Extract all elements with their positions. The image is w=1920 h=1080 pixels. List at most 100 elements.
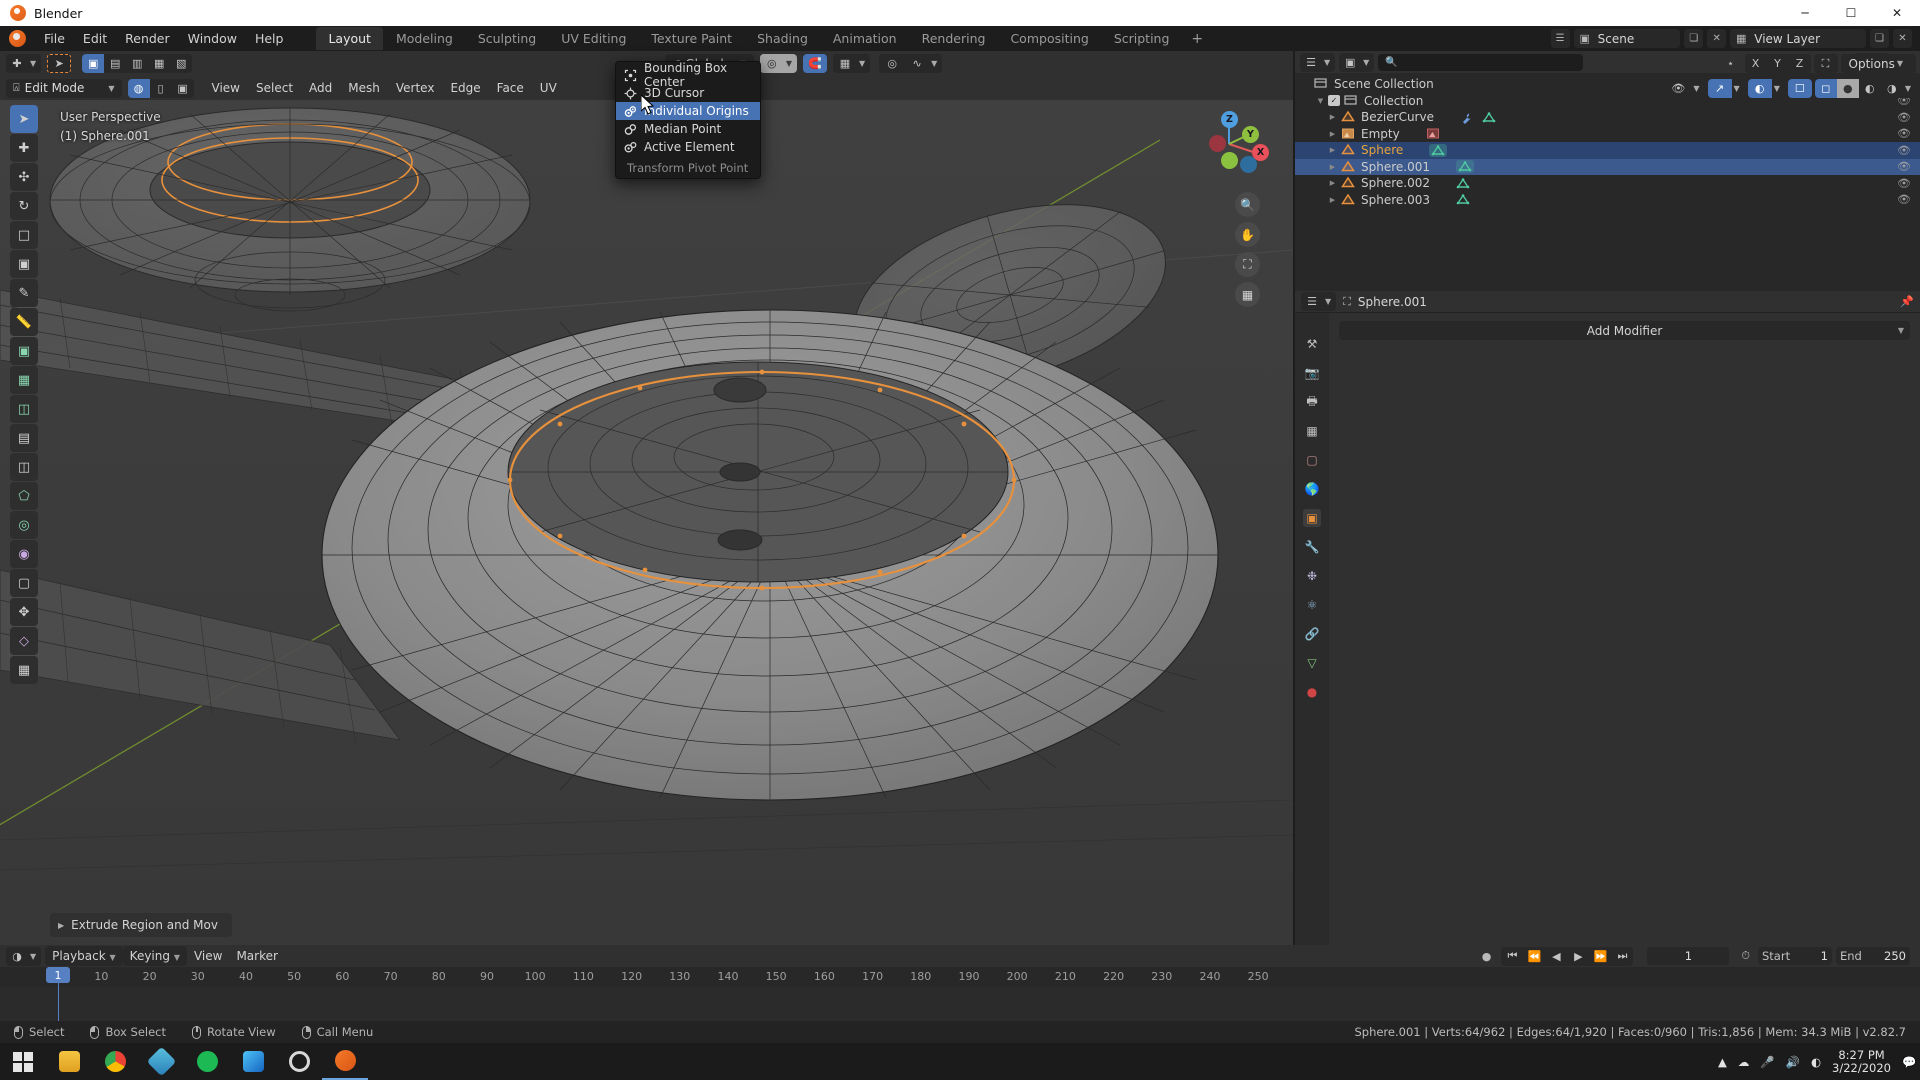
disclosure-triangle-icon[interactable]: ▼ (1315, 97, 1326, 105)
tool-scale[interactable]: □ (10, 221, 38, 249)
next-keyframe-button[interactable]: ⏩ (1589, 947, 1611, 966)
select-intersect-button[interactable]: ▧ (170, 54, 192, 73)
taskbar-app-7[interactable] (276, 1043, 322, 1080)
onedrive-icon[interactable]: ☁ (1738, 1055, 1750, 1069)
eye-icon[interactable]: 👁 (1897, 193, 1911, 206)
transform-pivot-point-menu[interactable]: Bounding Box Center3D CursorIndividual O… (615, 61, 761, 179)
chevron-down-icon[interactable]: ▼ (1772, 84, 1785, 93)
start-frame-field[interactable]: Start 1 (1758, 947, 1832, 965)
pan-hand-icon[interactable]: ✋ (1235, 222, 1260, 247)
tool-tweak[interactable]: ➤ (10, 105, 38, 133)
disclosure-triangle-icon[interactable]: ▶ (1327, 163, 1338, 171)
clock[interactable]: 8:27 PM 3/22/2020 (1832, 1049, 1891, 1075)
outliner-display-mode-dropdown[interactable]: ▣ ▼ (1339, 53, 1374, 72)
overlays-dropdown[interactable]: ◐ ▼ (1748, 79, 1785, 98)
viewport-menu-add[interactable]: Add (301, 78, 340, 98)
workspace-tab-animation[interactable]: Animation (821, 27, 909, 50)
maximize-button[interactable]: ☐ (1828, 0, 1874, 26)
disclosure-triangle-icon[interactable]: ▶ (1327, 113, 1338, 121)
tab-tool[interactable]: ⚒ (1303, 335, 1321, 353)
viewport-menu-select[interactable]: Select (248, 78, 301, 98)
select-extend-button[interactable]: ▤ (104, 54, 126, 73)
eye-icon[interactable]: 👁 (1665, 79, 1691, 98)
pivot-menu-item-bounding-box-center[interactable]: Bounding Box Center (616, 66, 760, 84)
mesh-data-icon[interactable] (1456, 160, 1474, 173)
edge-select-mode-button[interactable]: ▯ (150, 79, 172, 98)
current-frame-field[interactable]: 1 (1647, 947, 1729, 965)
properties-editor[interactable]: ☰ ▼ ⛶ Sphere.001 📌 ⚒ 📷 🖶 ▦ ▢ 🌎 ▣ 🔧 ❉ ⚛ 🔗… (1295, 291, 1920, 945)
top-menu-window[interactable]: Window (179, 27, 246, 50)
snap-target-dropdown[interactable]: ▦▼ (833, 54, 870, 73)
tool-edge-slide[interactable]: ✥ (10, 598, 38, 626)
viewport-menu-view[interactable]: View (204, 78, 248, 98)
timeline-menu-keying[interactable]: Keying ▼ (123, 946, 187, 966)
new-scene-button[interactable]: ❏ (1684, 29, 1703, 48)
falloff-curve-icon[interactable]: ∿ (905, 54, 929, 73)
add-modifier-button[interactable]: Add Modifier ▼ (1339, 321, 1910, 340)
proportional-editing-group[interactable]: ◎∿▼ (879, 54, 942, 73)
eye-icon[interactable]: 👁 (1897, 160, 1911, 173)
workspace-tab-compositing[interactable]: Compositing (998, 27, 1100, 50)
select-subtract-button[interactable]: ▥ (126, 54, 148, 73)
eye-icon[interactable]: 👁 (1897, 144, 1911, 157)
select-invert-button[interactable]: ▦ (148, 54, 170, 73)
mesh-data-icon[interactable] (1456, 177, 1470, 190)
workspace-tab-modeling[interactable]: Modeling (384, 27, 465, 50)
prev-keyframe-button[interactable]: ⏪ (1523, 947, 1545, 966)
outliner-search-field[interactable]: 🔍 (1378, 54, 1583, 71)
chevron-down-icon[interactable]: ▼ (929, 59, 942, 68)
axis-lock-y[interactable]: Y (1767, 54, 1789, 73)
timeline-playhead[interactable]: 1 (46, 967, 70, 983)
viewport-menu-uv[interactable]: UV (532, 78, 565, 98)
gizmo-axis-z[interactable]: Z (1221, 111, 1238, 128)
properties-editor-type-dropdown[interactable]: ☰ ▼ (1301, 292, 1336, 311)
tab-output[interactable]: 🖶 (1303, 393, 1321, 411)
active-tool-group[interactable]: ✚ ▼ (6, 54, 41, 73)
axis-lock-z[interactable]: Z (1789, 54, 1811, 73)
camera-icon[interactable]: ⛶ (1235, 252, 1260, 277)
eye-icon[interactable]: 👁 (1897, 111, 1911, 124)
shading-mode-group[interactable]: ◻ ● ◐ ◑ ▼ (1815, 79, 1916, 98)
top-menu-edit[interactable]: Edit (74, 27, 116, 50)
viewport-menu-mesh[interactable]: Mesh (340, 78, 388, 98)
tool-smooth[interactable]: ▢ (10, 569, 38, 597)
close-button[interactable]: ✕ (1874, 0, 1920, 26)
wireframe-shading-button[interactable]: ◻ (1815, 79, 1837, 98)
disclosure-triangle-icon[interactable]: ▶ (1327, 196, 1338, 204)
timeline-track-area[interactable] (0, 987, 1920, 1021)
operator-redo-panel[interactable]: ▶ Extrude Region and Mov (50, 913, 232, 937)
record-icon[interactable]: ● (1482, 950, 1492, 963)
workspace-tab-uv-editing[interactable]: UV Editing (549, 27, 638, 50)
taskbar-blender[interactable] (322, 1043, 368, 1080)
mesh-select-mode-group[interactable]: ◍ ▯ ▣ (128, 79, 194, 98)
tool-measure[interactable]: 📏 (10, 308, 38, 336)
ortho-perspective-icon[interactable]: ▦ (1235, 282, 1260, 307)
tool-move[interactable]: ✣ (10, 163, 38, 191)
delete-view-layer-button[interactable]: ✕ (1893, 29, 1912, 48)
select-mode-group[interactable]: ▣ ▤ ▥ ▦ ▧ (82, 54, 192, 73)
face-select-mode-button[interactable]: ▣ (172, 79, 194, 98)
gizmo-icon[interactable]: ↗ (1708, 79, 1732, 98)
outliner-row-beziercurve[interactable]: ▶BezierCurve👁 (1295, 109, 1920, 126)
viewport-menu-face[interactable]: Face (489, 78, 532, 98)
tool-poly-build[interactable]: ◎ (10, 511, 38, 539)
snap-proportional-icon[interactable]: ⋆ (1720, 54, 1742, 73)
outliner-row-empty[interactable]: ▶Empty👁 (1295, 126, 1920, 143)
tool-shrink-fatten[interactable]: ◇ (10, 627, 38, 655)
taskbar-app-6[interactable] (230, 1043, 276, 1080)
gizmo-axis-neg-y[interactable] (1221, 152, 1238, 169)
workspace-tab-texture-paint[interactable]: Texture Paint (639, 27, 744, 50)
editor-type-icon[interactable]: ☰ (1301, 292, 1323, 311)
editor-type-icon[interactable]: ☰ (1300, 53, 1322, 72)
workspace-tab-shading[interactable]: Shading (745, 27, 820, 50)
taskbar-spotify[interactable] (184, 1043, 230, 1080)
mesh-data-icon[interactable] (1429, 144, 1447, 157)
active-tool-icon[interactable]: ✚ (6, 54, 28, 73)
eye-icon[interactable]: 👁 (1897, 127, 1911, 140)
tab-constraints[interactable]: 🔗 (1303, 625, 1321, 643)
options-dropdown[interactable]: Options ▼ (1841, 54, 1916, 73)
tab-material[interactable]: ● (1303, 683, 1321, 701)
visibility-dropdown[interactable]: 👁 ▼ (1665, 79, 1704, 98)
top-menu-help[interactable]: Help (246, 27, 293, 50)
tool-add-cube[interactable]: ▣ (10, 337, 38, 365)
